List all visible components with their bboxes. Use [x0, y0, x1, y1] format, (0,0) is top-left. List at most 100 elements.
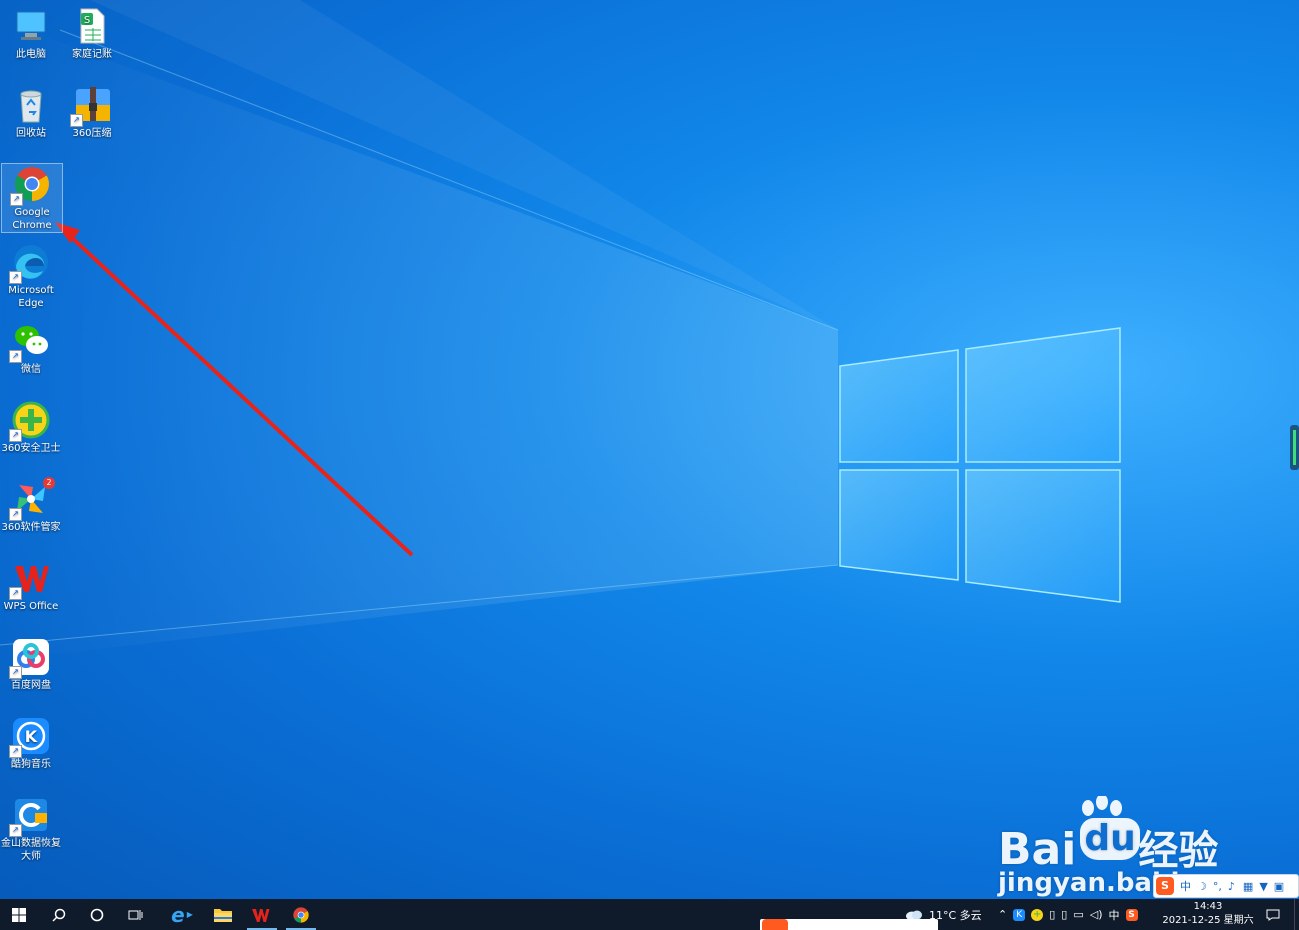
shortcut-arrow-icon: ↗	[9, 587, 22, 600]
notification-icon	[1266, 909, 1280, 921]
desktop-icon-baidu-netdisk[interactable]: ↗ 百度网盘	[1, 637, 61, 692]
zip-archive-icon: ↗	[70, 85, 112, 127]
taskbar-ie[interactable]: e ▶	[160, 899, 204, 930]
network-icon[interactable]: ▭	[1073, 908, 1083, 921]
taskbar-wps[interactable]	[243, 899, 281, 930]
desktop-icon-label: Microsoft Edge	[8, 285, 54, 309]
desktop-icon-360-software[interactable]: ↗ 2 360软件管家	[1, 477, 61, 534]
data-recovery-icon: ↗	[9, 795, 51, 837]
search-icon	[52, 908, 66, 922]
wechat-icon: ↗	[9, 321, 51, 363]
desktop-icon-label: 此电脑	[16, 49, 46, 60]
desktop-icon-family-accounts[interactable]: S 家庭记账	[62, 6, 122, 61]
chrome-icon	[293, 906, 309, 923]
mic-icon[interactable]: ♪	[1228, 880, 1235, 893]
desktop-icon-label: 酷狗音乐	[11, 759, 51, 770]
volume-icon[interactable]: ◁)	[1090, 908, 1103, 921]
desktop-icon-data-recovery[interactable]: ↗ 金山数据恢复大师	[1, 795, 61, 863]
360-safe-icon: ↗	[9, 400, 51, 442]
chevron-up-icon[interactable]: ⌃	[998, 908, 1007, 921]
notification-badge: 2	[43, 477, 55, 489]
taskbar-file-explorer[interactable]	[204, 899, 242, 930]
folder-icon	[214, 908, 232, 922]
desktop-icon-label: 360安全卫士	[1, 443, 61, 454]
desktop-icon-wps-office[interactable]: ↗ WPS Office	[1, 558, 61, 613]
ime-lang-label[interactable]: 中	[1180, 878, 1191, 894]
shortcut-arrow-icon: ↗	[9, 824, 22, 837]
cortana-button[interactable]	[78, 899, 116, 930]
taskbar: e ▶ 11°C 多云 ⌃ K + ▯ ▯ ▭ ◁) 中 S 14:43 2021…	[0, 899, 1299, 930]
punctuation-icon[interactable]: °,	[1213, 880, 1222, 893]
search-button[interactable]	[40, 899, 78, 930]
edge-icon: ↗	[9, 242, 51, 284]
desktop-icon-kugou-music[interactable]: K ↗ 酷狗音乐	[1, 716, 61, 771]
desktop-icon-label: 回收站	[16, 128, 46, 139]
kugou-tray-icon[interactable]: K	[1013, 908, 1026, 921]
ime-toolbar[interactable]: S 中 ☽ °, ♪ ▦ ▼ ▣	[1153, 874, 1299, 898]
start-button[interactable]	[0, 899, 38, 930]
battery-icon[interactable]: ▯	[1061, 908, 1067, 921]
desktop-icon-label: 家庭记账	[72, 49, 112, 60]
sogou-tray-icon[interactable]: S	[1125, 908, 1138, 921]
chrome-icon: ↗	[10, 164, 52, 206]
taskbar-chrome[interactable]	[282, 899, 320, 930]
desktop-icon-label: Google Chrome	[12, 207, 52, 231]
paw-icon: du	[1076, 796, 1140, 862]
desktop-icon-label: 360软件管家	[1, 522, 61, 533]
desktop-icon-label: 金山数据恢复大师	[1, 838, 61, 862]
internet-explorer-icon: e	[171, 902, 185, 927]
shortcut-arrow-icon: ↗	[9, 271, 22, 284]
play-arrow-icon: ▶	[186, 910, 193, 919]
shortcut-arrow-icon: ↗	[10, 193, 23, 206]
shortcut-arrow-icon: ↗	[9, 745, 22, 758]
ime-indicator[interactable]: 中	[1109, 907, 1120, 923]
show-desktop-button[interactable]	[1294, 899, 1299, 930]
desktop-icon-360-safe[interactable]: ↗ 360安全卫士	[1, 400, 61, 455]
desktop-icon-label: 百度网盘	[11, 680, 51, 691]
shortcut-arrow-icon: ↗	[9, 350, 22, 363]
notification-center-button[interactable]	[1258, 899, 1288, 930]
sogou-logo-icon	[762, 919, 788, 930]
wps-icon	[252, 908, 270, 922]
windows-start-icon	[12, 907, 26, 922]
clock-date: 2021-12-25 星期六	[1162, 915, 1254, 926]
360-software-manager-icon: ↗ 2	[9, 477, 55, 521]
task-view-button[interactable]	[117, 899, 155, 930]
desktop-icon-360zip[interactable]: ↗ 360压缩	[62, 85, 122, 140]
desktop-icon-wechat[interactable]: ↗ 微信	[1, 321, 61, 376]
recycle-bin-icon	[11, 85, 51, 125]
cortana-circle-icon	[90, 908, 104, 921]
ime-candidate-bar	[760, 919, 938, 930]
clock[interactable]: 14:43 2021-12-25 星期六	[1160, 900, 1256, 928]
desktop-icon-microsoft-edge[interactable]: ↗ Microsoft Edge	[1, 242, 61, 310]
svg-text:K: K	[25, 727, 38, 746]
moon-icon[interactable]: ☽	[1197, 880, 1207, 893]
system-tray: ⌃ K + ▯ ▯ ▭ ◁) 中 S	[998, 899, 1138, 930]
shirt-icon[interactable]: ▼	[1259, 880, 1267, 893]
grid-icon[interactable]: ▣	[1274, 880, 1284, 893]
desktop-icon-label: 360压缩	[72, 128, 112, 139]
baidu-netdisk-icon: ↗	[9, 637, 51, 679]
desktop-icon-label: WPS Office	[3, 601, 59, 612]
kugou-icon: K ↗	[9, 716, 51, 758]
shortcut-arrow-icon: ↗	[9, 429, 22, 442]
desktop-icon-this-pc[interactable]: 此电脑	[1, 6, 61, 61]
task-view-icon	[128, 909, 143, 920]
desktop-icon-google-chrome[interactable]: ↗ Google Chrome	[1, 163, 63, 233]
desktop-icon-recycle-bin[interactable]: 回收站	[1, 85, 61, 140]
shortcut-arrow-icon: ↗	[70, 114, 83, 127]
wps-icon: ↗	[9, 558, 51, 600]
desktop-icon-label: 微信	[21, 364, 41, 375]
360-tray-icon[interactable]: +	[1031, 908, 1044, 921]
shortcut-arrow-icon: ↗	[9, 666, 22, 679]
usb-icon[interactable]: ▯	[1049, 908, 1055, 921]
spreadsheet-file-icon: S	[72, 6, 112, 46]
windows-logo	[839, 327, 1121, 603]
svg-text:S: S	[84, 15, 90, 26]
computer-icon	[11, 6, 51, 46]
shortcut-arrow-icon: ↗	[9, 508, 22, 521]
sogou-logo-icon: S	[1156, 877, 1174, 895]
keyboard-icon[interactable]: ▦	[1243, 880, 1253, 893]
clock-time: 14:43	[1193, 901, 1223, 912]
windows-wallpaper	[0, 0, 1299, 660]
